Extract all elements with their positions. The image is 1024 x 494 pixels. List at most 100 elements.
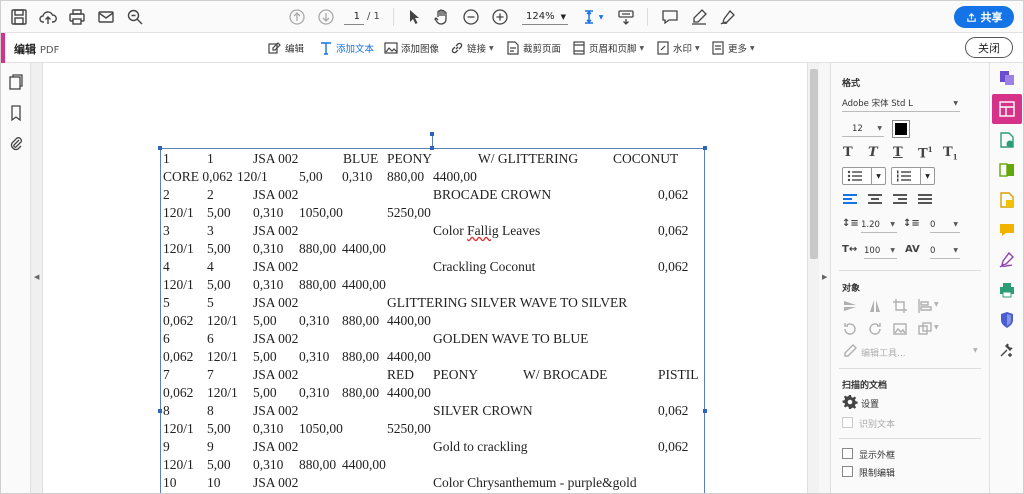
align-center-icon[interactable] bbox=[868, 194, 882, 206]
print-production-icon[interactable] bbox=[998, 281, 1016, 299]
align-left-icon[interactable] bbox=[843, 194, 857, 206]
document-text-cell[interactable]: JSA 002 bbox=[253, 294, 298, 312]
document-text-cell[interactable]: 0,310 bbox=[253, 276, 283, 294]
document-text-cell[interactable]: Gold to crackling bbox=[433, 438, 527, 456]
document-text-cell[interactable]: 5,00 bbox=[253, 384, 277, 402]
document-text-cell[interactable]: 120/1 bbox=[163, 420, 194, 438]
document-text-cell[interactable]: 4 bbox=[207, 258, 214, 276]
document-text-cell[interactable]: 0,310 bbox=[253, 420, 283, 438]
upload-cloud-icon[interactable] bbox=[38, 7, 58, 27]
zoom-in-icon[interactable] bbox=[490, 7, 510, 27]
header-footer-button[interactable]: 页眉和页脚 ▼ bbox=[572, 40, 644, 56]
document-text-cell[interactable]: 5,00 bbox=[207, 204, 231, 222]
document-text-cell[interactable]: 120/1 bbox=[163, 456, 194, 474]
document-text-cell[interactable]: 4400,00 bbox=[342, 276, 386, 294]
document-text-cell[interactable]: JSA 002 bbox=[253, 150, 298, 168]
align-justify-icon[interactable] bbox=[918, 194, 932, 206]
protect-shield-icon[interactable] bbox=[998, 311, 1016, 329]
numbered-list-button[interactable]: ▼ bbox=[891, 167, 935, 185]
keyboard-scroll-icon[interactable] bbox=[616, 7, 636, 27]
font-color-swatch[interactable] bbox=[892, 120, 910, 138]
document-text-cell[interactable]: 3 bbox=[163, 222, 170, 240]
flip-vertical-icon[interactable] bbox=[842, 298, 858, 314]
zoom-select[interactable]: 124% ▼ bbox=[522, 9, 568, 25]
document-text-cell[interactable]: 10 bbox=[207, 474, 221, 492]
document-text-cell[interactable]: JSA 002 bbox=[253, 366, 298, 384]
chevron-down-icon[interactable]: ▼ bbox=[920, 168, 934, 184]
document-text-cell[interactable]: 120/1 bbox=[237, 168, 268, 186]
document-text-cell[interactable]: 0,310 bbox=[253, 204, 283, 222]
document-text-cell[interactable]: 5,00 bbox=[207, 240, 231, 258]
document-text-cell[interactable]: 4400,00 bbox=[433, 168, 477, 186]
document-text-cell[interactable]: W/ GLITTERING bbox=[478, 150, 578, 168]
align-objects-icon[interactable] bbox=[917, 298, 933, 314]
document-text-cell[interactable]: JSA 002 bbox=[253, 186, 298, 204]
edit-button[interactable]: 编辑 bbox=[268, 40, 304, 56]
document-text-cell[interactable]: 7 bbox=[163, 366, 170, 384]
document-text-cell[interactable]: JSA 002 bbox=[253, 222, 298, 240]
arrange-objects-icon[interactable] bbox=[917, 321, 933, 337]
mail-icon[interactable] bbox=[96, 7, 116, 27]
font-family-select[interactable]: Adobe 宋体 Std L ▼ bbox=[842, 96, 960, 112]
crop-page-button[interactable]: 裁剪页面 bbox=[506, 40, 561, 56]
document-text-cell[interactable]: 120/1 bbox=[207, 348, 238, 366]
horizontal-scale-select[interactable]: 100 ▼ bbox=[864, 243, 897, 259]
document-text-cell[interactable]: 5,00 bbox=[299, 168, 323, 186]
document-text-cell[interactable]: PEONY bbox=[433, 366, 478, 384]
resize-handle-top-right[interactable] bbox=[703, 146, 707, 150]
edit-pdf-icon[interactable] bbox=[998, 100, 1016, 118]
document-text-cell[interactable]: 10 bbox=[163, 474, 177, 492]
document-text-cell[interactable]: 120/1 bbox=[207, 384, 238, 402]
document-text-cell[interactable]: GOLDEN WAVE TO BLUE bbox=[433, 330, 588, 348]
document-text-cell[interactable]: 7 bbox=[207, 366, 214, 384]
document-text-cell[interactable]: 1050,00 bbox=[299, 204, 343, 222]
link-button[interactable]: 链接 ▼ bbox=[450, 40, 494, 56]
document-text-cell[interactable]: 880,00 bbox=[387, 168, 424, 186]
document-text-cell[interactable]: 0,062 bbox=[163, 348, 193, 366]
document-text-cell[interactable]: 120/1 bbox=[163, 240, 194, 258]
flip-horizontal-icon[interactable] bbox=[867, 298, 883, 314]
document-text-cell[interactable]: 5,00 bbox=[253, 348, 277, 366]
document-text-cell[interactable]: 6 bbox=[163, 330, 170, 348]
document-text-cell[interactable]: 5,00 bbox=[207, 420, 231, 438]
document-text-cell[interactable]: RED bbox=[387, 366, 414, 384]
show-bounding-box-checkbox[interactable] bbox=[842, 448, 853, 459]
chevron-down-icon[interactable]: ▼ bbox=[597, 7, 605, 27]
document-text-cell[interactable]: PISTIL bbox=[658, 366, 699, 384]
settings-label[interactable]: 设置 bbox=[861, 397, 879, 410]
document-text-cell[interactable]: JSA 002 bbox=[253, 438, 298, 456]
organize-pages-icon[interactable] bbox=[998, 191, 1016, 209]
document-text-cell[interactable]: 5 bbox=[163, 294, 170, 312]
document-text-cell[interactable]: 3 bbox=[207, 222, 214, 240]
align-right-icon[interactable] bbox=[893, 194, 907, 206]
document-text-cell[interactable]: 4400,00 bbox=[387, 384, 431, 402]
paragraph-spacing-select[interactable]: 0 ▼ bbox=[930, 217, 960, 233]
document-text-cell[interactable]: 6 bbox=[207, 330, 214, 348]
document-text-cell[interactable]: 0,062 bbox=[163, 312, 193, 330]
resize-handle-right[interactable] bbox=[703, 409, 707, 413]
document-text-cell[interactable]: Crackling Coconut bbox=[433, 258, 535, 276]
document-viewport[interactable]: 1 1 JSA 002 BLUE PEONY W/ GLITTERING COCONUT CO… bbox=[43, 63, 807, 493]
document-text-cell[interactable]: SILVER CROWN bbox=[433, 402, 533, 420]
document-text-cell[interactable]: 0,062 bbox=[163, 384, 193, 402]
document-text-cell[interactable]: 0,062 bbox=[658, 402, 688, 420]
document-text-cell[interactable]: BROCADE CROWN bbox=[433, 186, 551, 204]
document-text-cell[interactable]: 0,310 bbox=[299, 348, 329, 366]
document-text-cell[interactable]: JSA 002 bbox=[253, 258, 298, 276]
vertical-scrollbar[interactable] bbox=[807, 63, 819, 493]
document-text-cell[interactable]: 8 bbox=[207, 402, 214, 420]
document-text-cell[interactable]: 9 bbox=[207, 438, 214, 456]
zoom-out-icon[interactable] bbox=[461, 7, 481, 27]
prev-page-icon[interactable] bbox=[287, 7, 307, 27]
document-text-cell[interactable]: 0,062 bbox=[658, 258, 688, 276]
rotate-right-icon[interactable] bbox=[867, 321, 883, 337]
italic-text-icon[interactable]: T bbox=[868, 145, 878, 160]
document-text-cell[interactable]: 1050,00 bbox=[299, 420, 343, 438]
chevron-down-icon[interactable]: ▼ bbox=[871, 168, 885, 184]
superscript-text-icon[interactable]: T1 bbox=[918, 145, 933, 161]
search-zoom-icon[interactable] bbox=[125, 7, 145, 27]
document-text-cell[interactable]: 5,00 bbox=[207, 276, 231, 294]
document-text-cell[interactable]: COCONUT bbox=[613, 150, 678, 168]
more-tools-icon[interactable] bbox=[998, 341, 1016, 359]
subscript-text-icon[interactable]: T1 bbox=[943, 145, 958, 162]
